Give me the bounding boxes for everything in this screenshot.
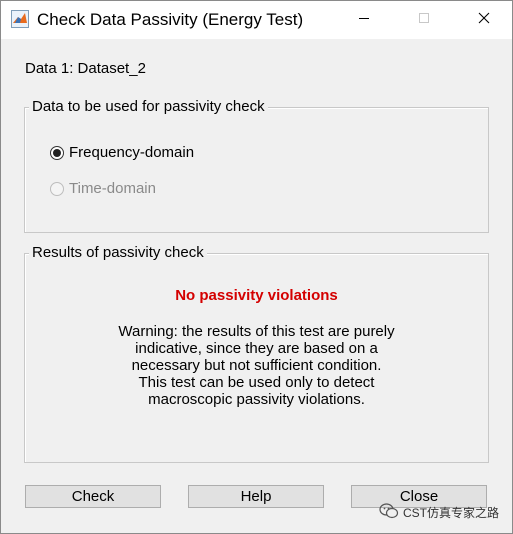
frequency-domain-label: Frequency-domain <box>69 144 195 161</box>
frequency-domain-radio[interactable]: Frequency-domain <box>50 144 194 161</box>
watermark: CST仿真专家之路 <box>379 503 499 522</box>
maximize-button[interactable] <box>401 1 447 39</box>
maximize-icon <box>418 11 430 29</box>
data-panel-title: Data to be used for passivity check <box>29 98 268 116</box>
wechat-icon <box>379 503 403 522</box>
minimize-button[interactable] <box>341 1 387 39</box>
close-icon <box>478 11 490 29</box>
matlab-icon <box>11 10 29 28</box>
warning-line: macroscopic passivity violations. <box>148 391 365 408</box>
minimize-icon <box>358 11 370 29</box>
warning-line: Warning: the results of this test are pu… <box>118 323 395 340</box>
warning-line: This test can be used only to detect <box>138 374 375 391</box>
data-selection-panel: Data to be used for passivity check Freq… <box>24 98 489 233</box>
warning-message: Warning: the results of this test are pu… <box>25 323 488 408</box>
window-title: Check Data Passivity (Energy Test) <box>37 10 304 29</box>
help-button[interactable]: Help <box>188 485 324 508</box>
time-domain-radio: Time-domain <box>50 180 156 197</box>
watermark-text: CST仿真专家之路 <box>403 506 500 520</box>
warning-line: indicative, since they are based on a <box>135 340 378 357</box>
title-bar[interactable]: Check Data Passivity (Energy Test) <box>1 1 512 39</box>
dialog-window: Check Data Passivity (Energy Test) Data … <box>0 0 513 534</box>
warning-line: necessary but not sufficient condition. <box>131 357 382 374</box>
results-panel-title: Results of passivity check <box>29 244 207 262</box>
window-close-button[interactable] <box>461 1 507 39</box>
results-panel: Results of passivity check No passivity … <box>24 244 489 463</box>
check-button[interactable]: Check <box>25 485 161 508</box>
dataset-label: Data 1: Dataset_2 <box>25 60 146 77</box>
radio-unselected-icon <box>50 181 64 196</box>
passivity-status: No passivity violations <box>175 287 338 304</box>
time-domain-label: Time-domain <box>69 180 156 197</box>
radio-selected-icon <box>50 145 64 160</box>
